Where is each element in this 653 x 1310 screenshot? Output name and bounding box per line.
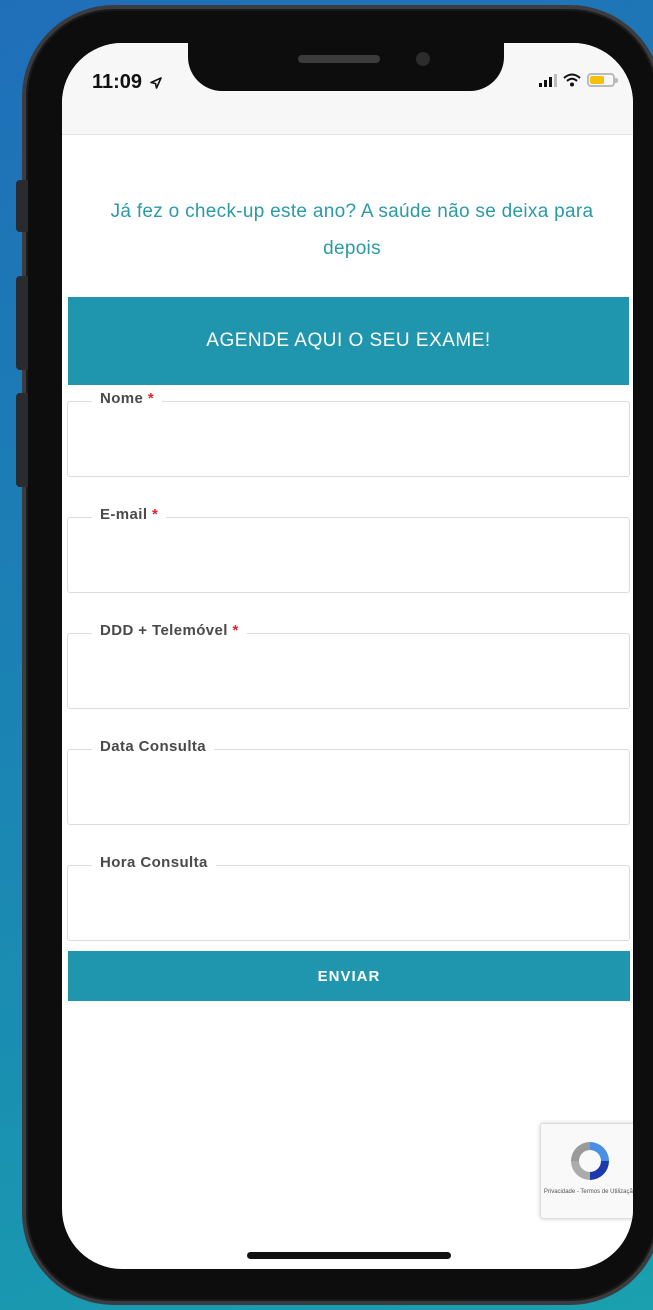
- email-label: E-mail *: [92, 506, 167, 523]
- phone-screen: 11:09 Já fez o check-up este ano? A saúd…: [62, 43, 633, 1269]
- email-field[interactable]: E-mail *: [67, 506, 630, 593]
- submit-button[interactable]: ENVIAR: [68, 951, 630, 1001]
- battery-icon: [587, 73, 618, 87]
- recaptcha-icon: [571, 1142, 609, 1180]
- time-label: Hora Consulta: [92, 854, 216, 871]
- date-input[interactable]: [68, 750, 629, 824]
- silent-switch: [16, 180, 28, 232]
- date-field[interactable]: Data Consulta: [67, 738, 630, 825]
- home-indicator[interactable]: [247, 1252, 451, 1259]
- date-label: Data Consulta: [92, 738, 215, 755]
- phone-label: DDD + Telemóvel *: [92, 622, 247, 639]
- name-field[interactable]: Nome *: [67, 390, 630, 477]
- time-field[interactable]: Hora Consulta: [67, 854, 630, 941]
- recaptcha-badge[interactable]: Privacidade - Termos de Utilização: [540, 1123, 633, 1219]
- volume-down-button: [16, 393, 28, 487]
- schedule-banner: AGENDE AQUI O SEU EXAME!: [68, 297, 629, 385]
- location-arrow-icon: [149, 76, 162, 89]
- wifi-icon: [563, 73, 581, 87]
- recaptcha-terms[interactable]: Privacidade - Termos de Utilização: [541, 1188, 633, 1196]
- name-input[interactable]: [68, 402, 629, 476]
- speaker-grille: [298, 55, 380, 63]
- phone-input[interactable]: [68, 634, 629, 708]
- status-icons: [539, 73, 618, 87]
- time-input[interactable]: [68, 866, 629, 940]
- headline-text: Já fez o check-up este ano? A saúde não …: [110, 201, 594, 259]
- volume-up-button: [16, 276, 28, 370]
- front-camera: [416, 52, 430, 66]
- cellular-signal-icon: [539, 73, 557, 87]
- status-time: 11:09: [92, 71, 162, 94]
- email-input[interactable]: [68, 518, 629, 592]
- name-label: Nome *: [92, 390, 163, 407]
- notch: [188, 43, 504, 91]
- phone-field[interactable]: DDD + Telemóvel *: [67, 622, 630, 709]
